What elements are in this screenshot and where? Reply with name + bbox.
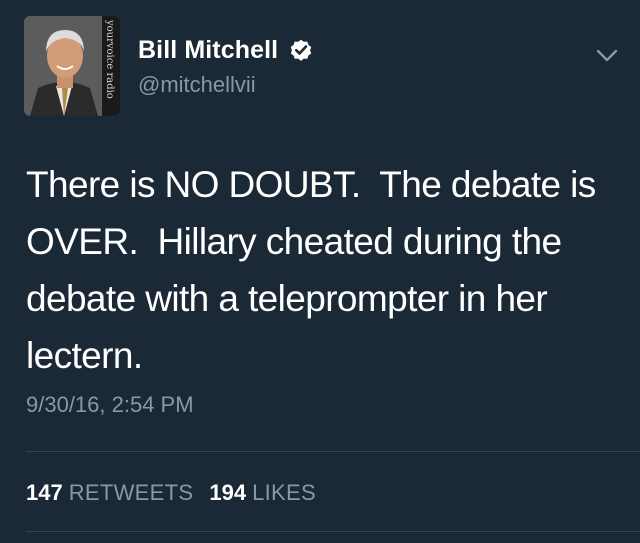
- retweets-count: 147: [26, 480, 63, 505]
- avatar-caption-text: yourvoice radio: [104, 19, 115, 99]
- retweets-stat[interactable]: 147 RETWEETS: [26, 480, 193, 506]
- tweet-card: yourvoice radio Bill Mitchell @mitchellv…: [0, 0, 640, 543]
- verified-badge-icon: [288, 37, 314, 63]
- likes-count: 194: [209, 480, 247, 505]
- avatar-image: yourvoice radio: [24, 16, 120, 116]
- likes-stat[interactable]: 194 LIKES: [209, 480, 316, 506]
- author-handle[interactable]: @mitchellvii: [138, 72, 256, 98]
- likes-label: LIKES: [252, 480, 316, 505]
- divider: [26, 451, 640, 452]
- tweet-text: There is NO DOUBT. The debate is OVER. H…: [26, 164, 596, 376]
- retweets-label: RETWEETS: [68, 480, 194, 505]
- avatar[interactable]: yourvoice radio: [24, 16, 120, 116]
- divider: [26, 531, 640, 532]
- tweet-stats: 147 RETWEETS 194 LIKES: [26, 480, 316, 506]
- author-display-name[interactable]: Bill Mitchell: [138, 36, 278, 65]
- tweet-timestamp[interactable]: 9/30/16, 2:54 PM: [26, 392, 194, 418]
- chevron-down-icon[interactable]: [592, 40, 622, 70]
- author-name-row: Bill Mitchell: [138, 32, 314, 68]
